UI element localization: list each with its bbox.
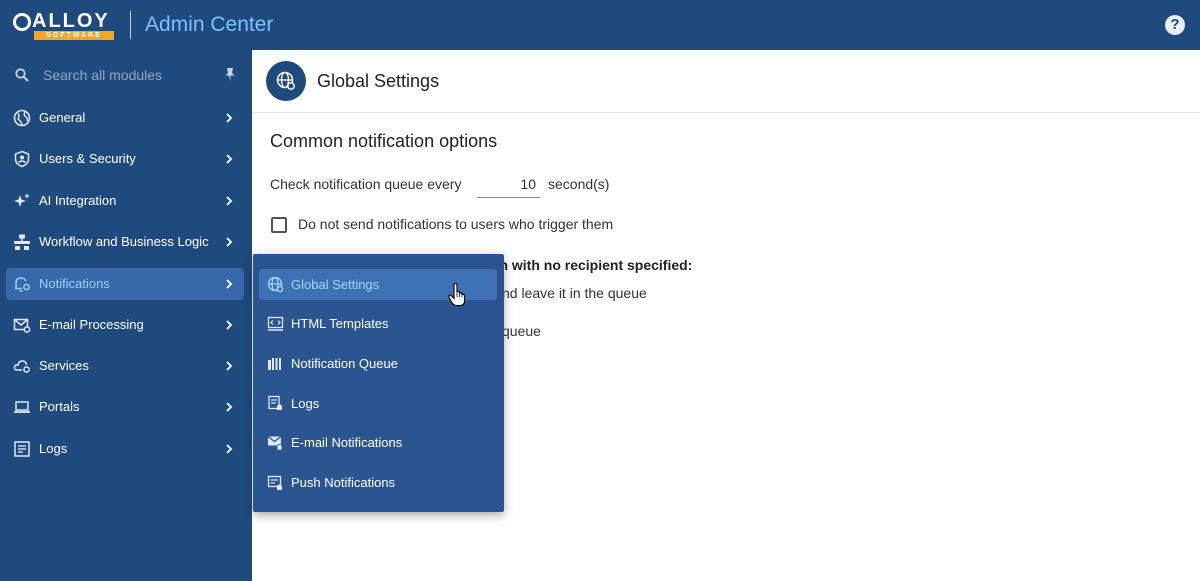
globe-icon <box>13 109 31 127</box>
log-bell-icon <box>268 395 282 410</box>
module-search[interactable]: Search all modules <box>0 58 252 92</box>
page-title: Global Settings <box>317 71 440 91</box>
chevron-right-icon <box>226 279 233 289</box>
sidebar-item-general[interactable]: General <box>6 102 244 134</box>
sidebar-item-label: Users & Security <box>39 151 136 166</box>
logo-sub: SOFTWARE <box>34 31 114 40</box>
notifications-flyout-menu: Global Settings HTML Templates Notificat… <box>253 254 504 512</box>
cloud-gear-icon <box>13 360 30 373</box>
chevron-right-icon <box>226 154 233 164</box>
no-recipient-heading: ion with no recipient specified: <box>487 257 693 273</box>
queue-icon <box>268 358 281 370</box>
top-divider <box>130 11 131 39</box>
no-recipient-option-1-label: nd leave it in the queue <box>502 285 647 301</box>
sidebar-item-ai-integration[interactable]: AI Integration <box>6 185 244 217</box>
sidebar-item-label: Portals <box>39 399 80 414</box>
no-recipient-option-2-label: queue <box>502 323 541 339</box>
workflow-icon <box>14 234 30 250</box>
globe-gear-icon <box>267 276 284 293</box>
sidebar-item-notifications[interactable]: Notifications <box>6 268 244 300</box>
flyout-item-logs[interactable]: Logs <box>259 388 497 419</box>
sidebar-item-label: E-mail Processing <box>39 317 144 332</box>
search-icon <box>15 68 29 82</box>
help-icon[interactable]: ? <box>1165 15 1185 35</box>
flyout-item-label: Push Notifications <box>291 475 396 490</box>
chevron-right-icon <box>226 444 233 454</box>
flyout-item-label: Global Settings <box>291 277 380 292</box>
sidebar-item-label: Services <box>39 358 89 373</box>
chevron-right-icon <box>226 402 233 412</box>
flyout-item-html-templates[interactable]: HTML Templates <box>259 308 497 339</box>
flyout-item-notification-queue[interactable]: Notification Queue <box>259 348 497 379</box>
queue-interval-unit: second(s) <box>548 176 610 192</box>
sidebar-item-users-security[interactable]: Users & Security <box>6 143 244 175</box>
page-header: Global Settings <box>252 50 1200 113</box>
chevron-right-icon <box>226 361 233 371</box>
mail-gear-icon <box>13 318 31 333</box>
chevron-right-icon <box>226 113 233 123</box>
push-bell-icon <box>267 475 282 490</box>
queue-interval-label: Check notification queue every <box>270 176 462 192</box>
shield-user-icon <box>14 150 30 168</box>
laptop-icon <box>14 401 30 413</box>
app-title: Admin Center <box>145 13 274 36</box>
bell-gear-icon <box>15 277 30 292</box>
hand-pointer-icon <box>448 283 466 307</box>
pin-icon[interactable] <box>222 66 238 82</box>
sidebar-item-email-processing[interactable]: E-mail Processing <box>6 309 244 341</box>
flyout-item-label: HTML Templates <box>291 316 389 331</box>
sidebar-item-portals[interactable]: Portals <box>6 391 244 423</box>
top-bar: ALLOY SOFTWARE Admin Center ? <box>0 0 1200 50</box>
sparkles-icon <box>14 193 30 207</box>
sidebar-item-logs[interactable]: Logs <box>6 433 244 465</box>
logo-word: ALLOY <box>32 10 110 32</box>
sidebar-item-workflow[interactable]: Workflow and Business Logic <box>6 226 244 258</box>
logo-mark-icon <box>13 13 31 31</box>
html-template-icon <box>267 316 284 331</box>
skip-trigger-user-label: Do not send notifications to users who t… <box>298 216 614 232</box>
sidebar-item-label: Logs <box>39 441 68 456</box>
chevron-right-icon <box>226 237 233 247</box>
search-input[interactable]: Search all modules <box>43 67 162 83</box>
flyout-item-push-notifications[interactable]: Push Notifications <box>259 467 497 498</box>
sidebar-item-label: Notifications <box>39 276 110 291</box>
globe-gear-icon <box>266 61 306 101</box>
queue-interval-input[interactable] <box>477 171 540 198</box>
sidebar-item-label: General <box>39 110 86 125</box>
flyout-item-email-notifications[interactable]: E-mail Notifications <box>259 427 497 458</box>
sidebar-item-services[interactable]: Services <box>6 350 244 382</box>
section-title: Common notification options <box>270 131 498 151</box>
sidebar-item-label: AI Integration <box>39 193 117 208</box>
mail-bell-icon <box>267 436 283 451</box>
flyout-item-label: Notification Queue <box>291 356 398 371</box>
sidebar-item-label: Workflow and Business Logic <box>39 234 209 249</box>
chevron-right-icon <box>226 320 233 330</box>
chevron-right-icon <box>226 196 233 206</box>
sidebar: Search all modules General Users & Secur… <box>0 50 252 581</box>
log-icon <box>14 441 30 457</box>
flyout-item-label: Logs <box>291 396 320 411</box>
flyout-item-label: E-mail Notifications <box>291 435 403 450</box>
skip-trigger-user-checkbox[interactable] <box>271 217 287 233</box>
alloy-logo[interactable]: ALLOY SOFTWARE <box>12 8 117 42</box>
